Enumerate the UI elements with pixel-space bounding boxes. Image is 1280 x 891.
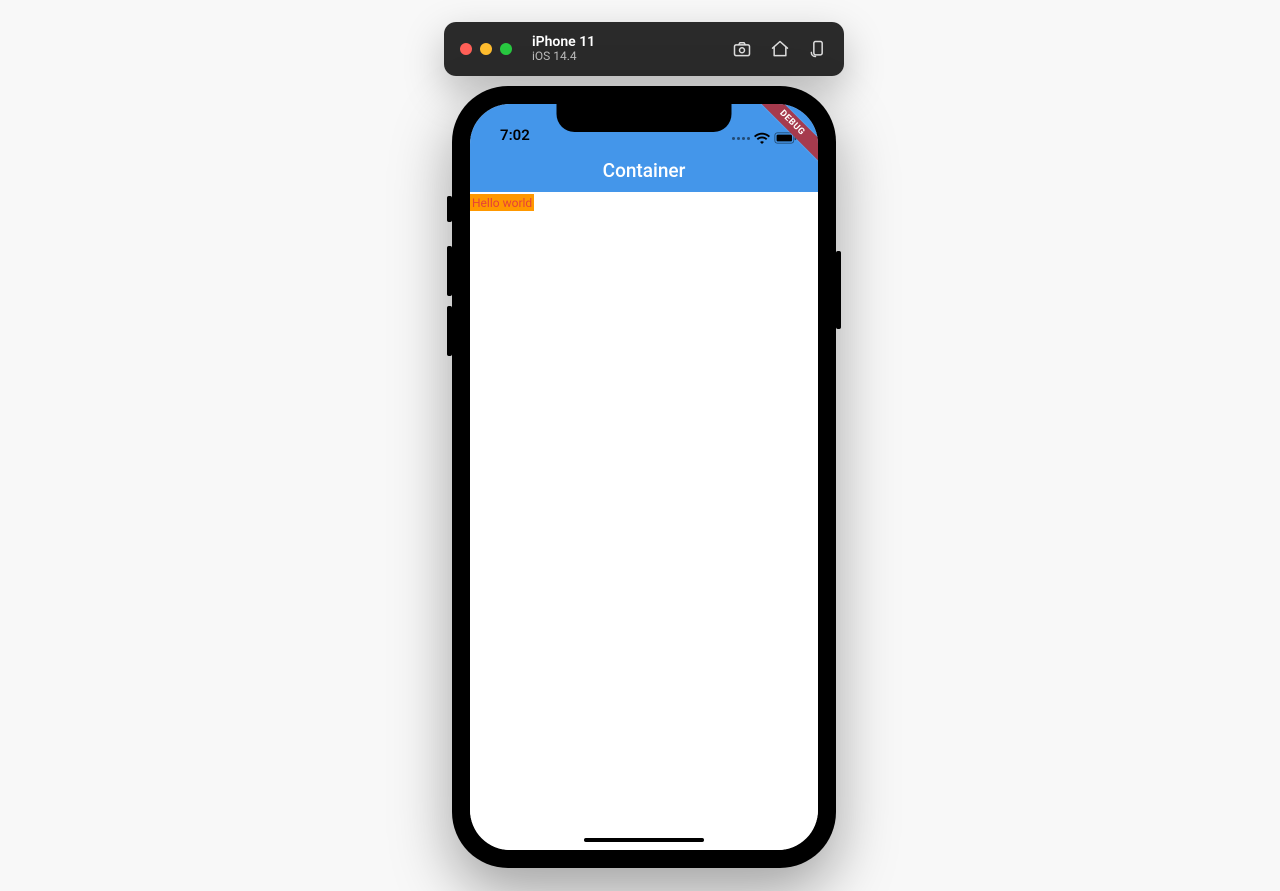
rotate-icon[interactable] bbox=[808, 39, 828, 59]
hello-world-text: Hello world bbox=[472, 196, 532, 210]
container-widget: Hello world bbox=[470, 194, 534, 211]
volume-up-button bbox=[447, 246, 452, 296]
simulator-toolbar: iPhone 11 iOS 14.4 bbox=[444, 22, 844, 76]
window-close-button[interactable] bbox=[460, 43, 472, 55]
status-time: 7:02 bbox=[500, 126, 530, 144]
app-bar-title: Container bbox=[603, 159, 686, 182]
cellular-signal-icon bbox=[732, 137, 750, 140]
volume-down-button bbox=[447, 306, 452, 356]
window-minimize-button[interactable] bbox=[480, 43, 492, 55]
device-notch bbox=[557, 104, 732, 132]
power-button bbox=[836, 251, 841, 329]
device-screen: DEBUG 7:02 bbox=[470, 104, 818, 850]
iphone-device-frame: DEBUG 7:02 bbox=[452, 86, 836, 868]
simulator-os-version: iOS 14.4 bbox=[532, 50, 595, 63]
home-indicator[interactable] bbox=[584, 838, 704, 842]
app-body[interactable]: Hello world bbox=[470, 192, 818, 850]
app-bar: Container bbox=[470, 148, 818, 192]
window-traffic-lights bbox=[460, 43, 512, 55]
status-right-cluster bbox=[732, 132, 798, 144]
home-icon[interactable] bbox=[770, 39, 790, 59]
simulator-actions bbox=[732, 39, 828, 59]
simulator-device-name: iPhone 11 bbox=[532, 35, 595, 50]
wifi-icon bbox=[754, 132, 770, 144]
battery-icon bbox=[774, 132, 798, 144]
silence-switch bbox=[447, 196, 452, 222]
simulator-title-block: iPhone 11 iOS 14.4 bbox=[532, 35, 595, 64]
screenshot-icon[interactable] bbox=[732, 39, 752, 59]
window-fullscreen-button[interactable] bbox=[500, 43, 512, 55]
